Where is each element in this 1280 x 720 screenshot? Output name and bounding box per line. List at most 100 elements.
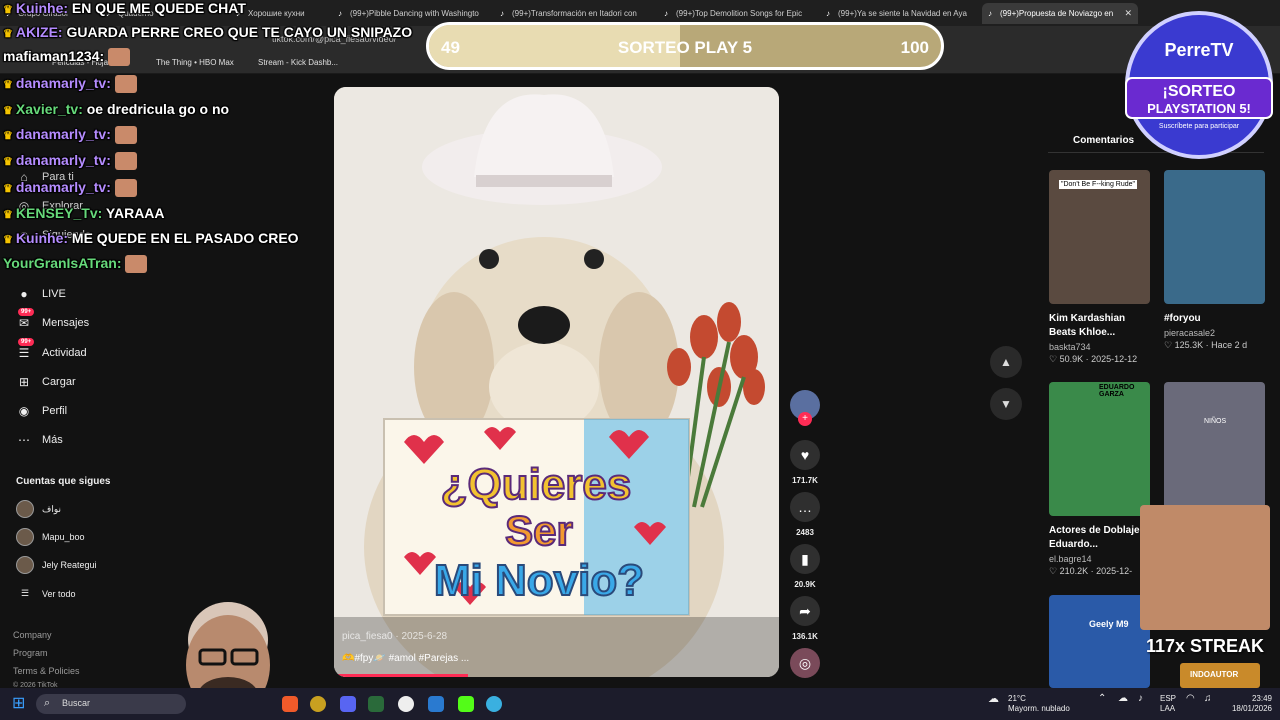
bookmark-button[interactable]: ▮ 20.9K (790, 544, 820, 589)
crown-icon: ♛ (3, 79, 16, 91)
wifi-icon[interactable]: ◠ (1186, 694, 1195, 704)
logo-line: PLAYSTATION 5! (1147, 101, 1251, 116)
network-icon[interactable]: ☁ (1118, 694, 1128, 704)
related-video-card[interactable]: NIÑOS (1164, 382, 1265, 516)
streak-counter: 117x STREAK (1146, 636, 1265, 656)
banner-text: INDOAUTOR (1190, 670, 1239, 679)
share-icon: ➦ (790, 596, 820, 626)
footer-link[interactable]: Terms & Policies (13, 666, 80, 676)
card-stats: ♡ 210.2K · 2025-12- (1049, 566, 1133, 576)
app-icon[interactable] (486, 696, 502, 712)
tab-label: (99+)Pibble Dancing with Washingto (350, 9, 479, 18)
comment-count: 2483 (796, 528, 814, 537)
chat-user: YourGranIsATran: (3, 255, 122, 271)
see-all-link[interactable]: ☰ Ver todo (16, 588, 76, 599)
music-disc-icon: ◎ (790, 648, 820, 678)
heart-icon: ♥ (790, 440, 820, 470)
video-thumbnail: Geely M9 (1049, 595, 1150, 688)
footer-link[interactable]: Program (13, 648, 48, 658)
search-icon: ⌕ (44, 697, 51, 709)
app-icon[interactable] (368, 696, 384, 712)
next-video-button[interactable]: ▼ (990, 388, 1022, 420)
related-video-card[interactable]: "Don't Be F--king Rude" Kim Kardashian B… (1049, 170, 1150, 365)
chat-emote (114, 179, 137, 198)
tab-label: Хорошие кухни (248, 9, 305, 18)
previous-video-button[interactable]: ▲ (990, 346, 1022, 378)
chevron-down-icon: ▼ (1000, 397, 1012, 411)
nav-profile[interactable]: ◉ Perfil (14, 404, 67, 418)
volume-icon[interactable]: ♫ (1204, 694, 1212, 704)
giveaway-title: SORTEO PLAY 5 (617, 38, 753, 57)
taskbar-search[interactable]: ⌕ Buscar (36, 694, 186, 714)
chat-emote (125, 255, 148, 274)
chat-user: danamarly_tv: (15, 126, 111, 142)
giveaway-goal: 100 (900, 38, 929, 57)
nav-upload[interactable]: ⊞ Cargar (14, 375, 76, 389)
language-indicator[interactable]: ESP LAA (1160, 694, 1176, 714)
app-icon[interactable] (428, 696, 444, 712)
crown-icon: ♛ (3, 130, 16, 142)
video-progress-bar[interactable] (334, 674, 468, 677)
tab-label: (99+)Top Demolition Songs for Epic (676, 9, 803, 18)
profile-icon: ◉ (18, 404, 30, 418)
nav-label: Mensajes (42, 317, 90, 329)
weather-widget[interactable]: 21°C Mayorm. nublado (1008, 694, 1070, 714)
comment-icon: … (790, 492, 820, 522)
clock[interactable]: 23:49 18/01/2026 (1228, 694, 1272, 714)
related-video-card[interactable]: EDUARDO GARZA Actores de Doblaje: Eduard… (1049, 382, 1150, 577)
followed-account[interactable]: Jely Reategui (16, 556, 97, 574)
nav-messages[interactable]: ✉ 99+ Mensajes (14, 308, 90, 330)
like-button[interactable]: ♥ 171.7K (790, 440, 820, 485)
browser-tab[interactable]: ♪ (99+)Transformación en Itadori con (494, 3, 654, 24)
follow-plus-icon[interactable]: + (798, 412, 812, 426)
crown-icon: ♛ (3, 105, 16, 117)
nav-activity[interactable]: ☰ 99+ Actividad (14, 338, 87, 360)
card-title: #foryou (1164, 313, 1201, 324)
weather-temp: 21°C (1008, 694, 1026, 703)
card-title: Kim Kardashian Beats Khloe... (1049, 313, 1126, 338)
browser-tab-active[interactable]: ♪ (99+)Propuesta de Noviazgo en ✕ (982, 3, 1138, 24)
related-video-card[interactable]: Geely M9 (1049, 595, 1150, 688)
app-icon[interactable] (310, 696, 326, 712)
browser-tab[interactable]: ♪ (99+)Top Demolition Songs for Epic (658, 3, 818, 24)
nav-more[interactable]: ⋯ Más (14, 433, 63, 447)
video-player[interactable]: ¿Quieres Ser Mi Novio? pica_fiesa0 · 202… (334, 87, 779, 677)
obs-icon[interactable] (398, 696, 414, 712)
brave-icon[interactable] (282, 696, 298, 712)
card-author: baskta734 (1049, 342, 1091, 352)
share-count: 136.1K (792, 632, 818, 641)
tray-chevron-icon[interactable]: ⌃ (1098, 694, 1106, 704)
tiktok-icon: ♪ (988, 9, 992, 18)
bookmark-item[interactable]: Stream - Kick Dashb... (258, 58, 338, 67)
crown-icon: ♛ (3, 209, 16, 221)
share-button[interactable]: ➦ 136.1K (790, 596, 820, 641)
windows-start-icon[interactable]: ⊞ (12, 696, 25, 712)
screen: ♪ Grupo Girasol ♪ Quaderno ♪ Хорошие кухни … (0, 0, 1280, 720)
kick-icon[interactable] (458, 696, 474, 712)
music-disc-button[interactable]: ◎ (790, 648, 820, 678)
followed-account[interactable]: Mapu_boo (16, 528, 85, 546)
bookmark-item[interactable]: The Thing • HBO Max (156, 58, 234, 67)
related-video-card[interactable]: #foryou pieracasale2 ♡ 125.3K · Hace 2 d (1164, 170, 1265, 351)
account-name: Jely Reategui (42, 560, 97, 570)
tab-label: (99+)Transformación en Itadori con (512, 9, 637, 18)
browser-tab[interactable]: ♪ (99+)Pibble Dancing with Washingto (332, 3, 492, 24)
nav-live[interactable]: ● LIVE (14, 287, 65, 301)
footer-link[interactable]: Company (13, 630, 52, 640)
followed-account[interactable]: نواف (16, 500, 61, 518)
discord-icon[interactable] (340, 696, 356, 712)
chat-message: ♛ Kuinhe: EN QUE ME QUEDE CHAT (3, 0, 246, 16)
sign-text-line: ¿Quieres (441, 460, 632, 509)
account-name: Mapu_boo (42, 532, 85, 542)
author-avatar-button[interactable]: + (790, 390, 820, 426)
chat-message: ♛ danamarly_tv: (3, 152, 137, 171)
comment-button[interactable]: … 2483 (790, 492, 820, 537)
microphone-icon[interactable]: ♪ (1138, 694, 1143, 704)
chat-text: ME QUEDE EN EL PASADO CREO (71, 230, 299, 246)
video-hashtags[interactable]: 🫶#fpy🪐 #amol #Parejas ... (342, 653, 469, 664)
tab-label: (99+)Ya se siente la Navidad en Aya (838, 9, 967, 18)
sign-text-line: Ser (505, 507, 573, 554)
video-author-date[interactable]: pica_fiesa0 · 2025-6-28 (342, 631, 447, 642)
browser-tab[interactable]: ♪ (99+)Ya se siente la Navidad en Aya (820, 3, 980, 24)
chat-user: AKIZE: (15, 24, 63, 40)
